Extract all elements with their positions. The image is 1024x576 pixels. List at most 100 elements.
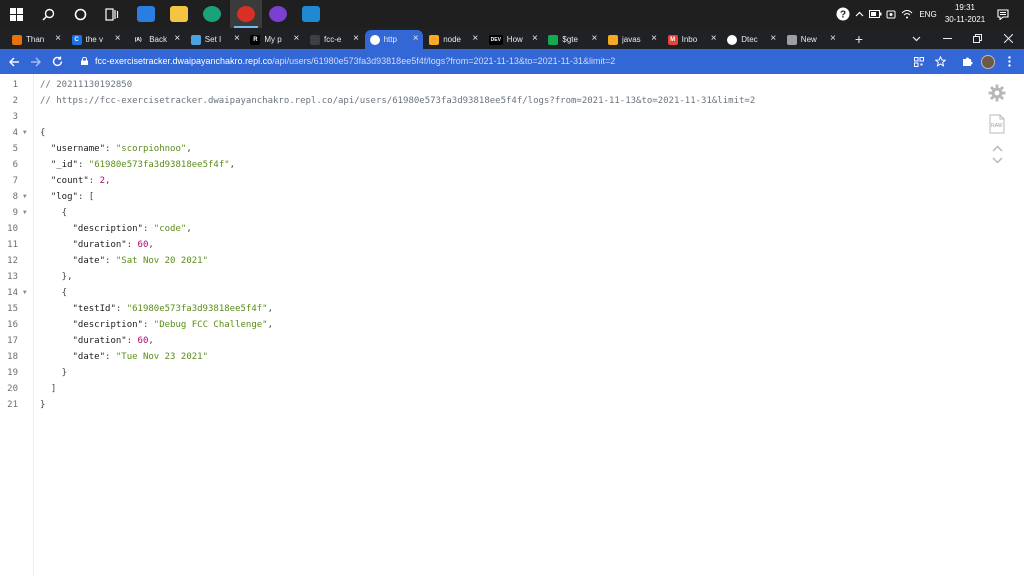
cortana-button[interactable]: [64, 0, 96, 28]
taskbar-app-github-desktop[interactable]: [262, 0, 294, 28]
fold-toggle-icon[interactable]: ▼: [23, 285, 27, 301]
line-number: 13: [7, 272, 18, 282]
address-bar[interactable]: fcc-exercisetracker.dwaipayanchakro.repl…: [73, 52, 960, 71]
new-tab-button[interactable]: +: [849, 28, 869, 49]
profile-button[interactable]: [978, 49, 998, 74]
fold-toggle-icon[interactable]: ▼: [23, 125, 27, 141]
meet-now-tray-button[interactable]: [884, 0, 898, 28]
token-key: "date": [40, 352, 106, 362]
browser-tab[interactable]: R My p ×: [245, 30, 303, 49]
tab-close-icon[interactable]: ×: [651, 33, 657, 45]
restore-window-button[interactable]: [966, 28, 988, 49]
browser-tab[interactable]: Set I ×: [186, 30, 244, 49]
code-text: "date": "Tue Nov 23 2021": [40, 349, 209, 365]
token-punc: : [: [77, 192, 95, 202]
token-punc: ,: [105, 176, 111, 186]
code-text: "count": 2,: [40, 173, 111, 189]
token-punc: :: [105, 256, 116, 266]
browser-tab[interactable]: Cthe v ×: [67, 30, 125, 49]
tab-title: My p: [264, 35, 282, 44]
taskbar-app-edge[interactable]: [196, 0, 228, 28]
cortana-circle-icon: [74, 8, 86, 20]
battery-tray-button[interactable]: [868, 0, 882, 28]
browser-tab[interactable]: M Inbo ×: [663, 30, 721, 49]
code-line: 9 ▼ {: [0, 205, 980, 221]
tab-close-icon[interactable]: ×: [532, 33, 538, 45]
system-clock[interactable]: 19:31 30-11-2021: [938, 2, 992, 26]
tab-favicon-icon: (A): [131, 34, 146, 45]
bookmark-star-button[interactable]: [930, 49, 950, 74]
browser-toolbar: fcc-exercisetracker.dwaipayanchakro.repl…: [0, 49, 1024, 74]
help-tray-button[interactable]: ?: [834, 0, 852, 28]
tab-title: fcc-e: [324, 35, 342, 44]
taskbar-app-file-explorer[interactable]: [163, 0, 195, 28]
taskbar-search-button[interactable]: [32, 0, 64, 28]
viewer-settings-button[interactable]: [984, 82, 1010, 104]
tab-close-icon[interactable]: ×: [830, 33, 836, 45]
token-key: "username": [40, 144, 106, 154]
lock-icon[interactable]: [81, 57, 88, 65]
chevron-up-icon: [991, 144, 1003, 152]
browser-menu-button[interactable]: [999, 49, 1019, 74]
browser-tab[interactable]: DEV How ×: [484, 30, 542, 49]
forward-button[interactable]: [25, 49, 45, 74]
token-punc: ,: [186, 144, 192, 154]
chrome-icon: [237, 6, 255, 22]
taskbar-app-vscode[interactable]: [295, 0, 327, 28]
input-language-button[interactable]: ENG: [917, 0, 939, 28]
tab-close-icon[interactable]: ×: [770, 33, 776, 45]
expand-all-button[interactable]: [984, 154, 1010, 166]
action-center-button[interactable]: [995, 0, 1011, 28]
url-text[interactable]: fcc-exercisetracker.dwaipayanchakro.repl…: [95, 56, 615, 66]
collapse-all-button[interactable]: [984, 142, 1010, 154]
back-button[interactable]: [4, 49, 24, 74]
close-window-button[interactable]: [997, 28, 1019, 49]
tab-close-icon[interactable]: ×: [592, 33, 598, 45]
tab-close-icon[interactable]: ×: [174, 33, 180, 45]
code-line: 1 // 20211130192850: [0, 77, 980, 93]
browser-tab[interactable]: javas ×: [603, 30, 661, 49]
wifi-tray-button[interactable]: [900, 0, 914, 28]
tab-close-icon[interactable]: ×: [353, 33, 359, 45]
tab-close-icon[interactable]: ×: [294, 33, 300, 45]
browser-tab[interactable]: $gte ×: [543, 30, 601, 49]
token-str: "61980e573fa3d93818ee5f4f": [126, 304, 268, 314]
line-number: 5: [12, 144, 18, 154]
browser-tab[interactable]: fcc-e ×: [305, 30, 363, 49]
tab-close-icon[interactable]: ×: [413, 33, 419, 45]
raw-view-button[interactable]: RAW: [984, 112, 1010, 136]
token-punc: ,: [267, 320, 274, 330]
tab-close-icon[interactable]: ×: [115, 33, 121, 45]
line-number: 11: [7, 240, 18, 250]
browser-tab[interactable]: Dtec ×: [722, 30, 780, 49]
tab-title: http: [383, 35, 397, 44]
line-number: 21: [7, 400, 18, 410]
tab-close-icon[interactable]: ×: [234, 33, 240, 45]
line-number: 8: [12, 192, 18, 202]
browser-tab[interactable]: node ×: [424, 30, 482, 49]
token-punc: }: [40, 368, 68, 378]
tab-close-icon[interactable]: ×: [711, 33, 717, 45]
task-view-button[interactable]: [96, 0, 128, 28]
fold-toggle-icon[interactable]: ▼: [23, 205, 27, 221]
taskbar-app-chrome[interactable]: [230, 0, 262, 28]
fold-toggle-icon[interactable]: ▼: [23, 189, 27, 205]
tab-title: javas: [622, 35, 641, 44]
arrow-right-icon: [30, 57, 41, 66]
battery-icon: [868, 10, 881, 18]
minimize-window-button[interactable]: [936, 28, 958, 49]
qr-code-button[interactable]: [909, 49, 929, 74]
tab-close-icon[interactable]: ×: [472, 33, 478, 45]
start-button[interactable]: [0, 0, 32, 28]
code-line: 15 "testId": "61980e573fa3d93818ee5f4f",: [0, 301, 980, 317]
taskbar-app-mail[interactable]: [130, 0, 162, 28]
browser-tab[interactable]: New ×: [782, 30, 840, 49]
tab-search-button[interactable]: [906, 28, 926, 49]
reload-button[interactable]: [47, 49, 67, 74]
show-hidden-icons-button[interactable]: [853, 0, 865, 28]
browser-tab[interactable]: http ×: [364, 30, 423, 49]
tab-close-icon[interactable]: ×: [55, 33, 61, 45]
extensions-button[interactable]: [957, 49, 977, 74]
browser-tab[interactable]: Than ×: [7, 30, 65, 49]
browser-tab[interactable]: (A) Back ×: [126, 30, 184, 49]
